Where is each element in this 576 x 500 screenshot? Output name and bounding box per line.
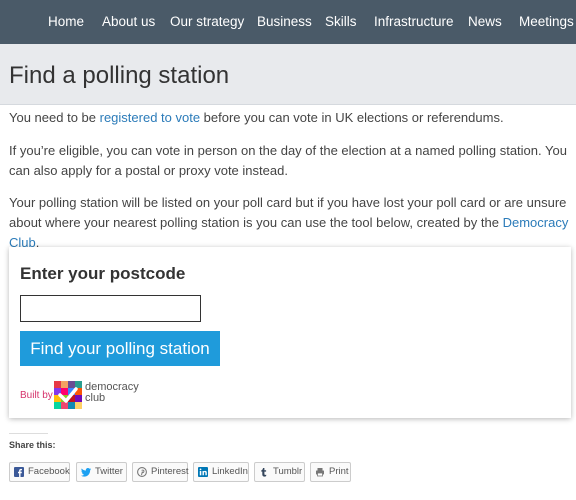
share-facebook-button[interactable]: Facebook [9, 462, 70, 482]
share-print-label: Print [329, 466, 349, 477]
share-tumblr-label: Tumblr [273, 466, 303, 477]
poll-card-paragraph: Your polling station will be listed on y… [9, 193, 571, 253]
share-linkedin-button[interactable]: LinkedIn [193, 462, 249, 482]
share-pinterest-label: Pinterest [151, 466, 189, 477]
intro-text-after: before you can vote in UK elections or r… [200, 110, 504, 125]
linkedin-icon [198, 467, 208, 477]
polling-station-widget: Enter your postcode Find your polling st… [9, 247, 571, 418]
nav-about-us-link[interactable]: About us [102, 0, 155, 44]
poll-card-text-before: Your polling station will be listed on y… [9, 195, 567, 230]
share-divider [9, 433, 48, 434]
nav-business-link[interactable]: Business [257, 0, 312, 44]
eligibility-paragraph: If you’re eligible, you can vote in pers… [9, 143, 567, 178]
share-linkedin-label: LinkedIn [212, 466, 248, 477]
postcode-input[interactable] [20, 295, 201, 322]
top-navigation: Home About us Our strategy Business Skil… [0, 0, 576, 44]
registered-to-vote-link[interactable]: registered to vote [100, 110, 200, 125]
twitter-icon [81, 468, 91, 477]
find-polling-station-button[interactable]: Find your polling station [20, 331, 220, 366]
share-pinterest-button[interactable]: Pinterest [132, 462, 189, 482]
nav-news-link[interactable]: News [468, 0, 502, 44]
built-by-label: Built by [20, 390, 53, 401]
share-twitter-label: Twitter [95, 466, 123, 477]
page-title-band: Find a polling station [0, 44, 576, 105]
pinterest-icon [137, 467, 147, 477]
share-print-button[interactable]: Print [310, 462, 351, 482]
nav-home-link[interactable]: Home [48, 0, 84, 44]
page-title: Find a polling station [9, 62, 230, 89]
wordmark-line-2: club [85, 392, 106, 404]
nav-our-strategy-link[interactable]: Our strategy [170, 0, 244, 44]
share-twitter-button[interactable]: Twitter [76, 462, 127, 482]
democracy-club-wordmark: democracy club [85, 382, 139, 404]
share-title: Share this: [9, 440, 56, 450]
nav-meetings-link[interactable]: Meetings [519, 0, 574, 44]
nav-infrastructure-link[interactable]: Infrastructure [374, 0, 454, 44]
tumblr-icon [261, 468, 267, 477]
facebook-icon [14, 467, 24, 477]
democracy-club-logo-icon[interactable] [54, 381, 82, 409]
intro-paragraph: You need to be registered to vote before… [9, 108, 571, 128]
share-tumblr-button[interactable]: Tumblr [254, 462, 305, 482]
share-facebook-label: Facebook [28, 466, 70, 477]
nav-skills-link[interactable]: Skills [325, 0, 357, 44]
print-icon [316, 468, 324, 477]
intro-text-before: You need to be [9, 110, 100, 125]
postcode-heading: Enter your postcode [20, 264, 186, 283]
